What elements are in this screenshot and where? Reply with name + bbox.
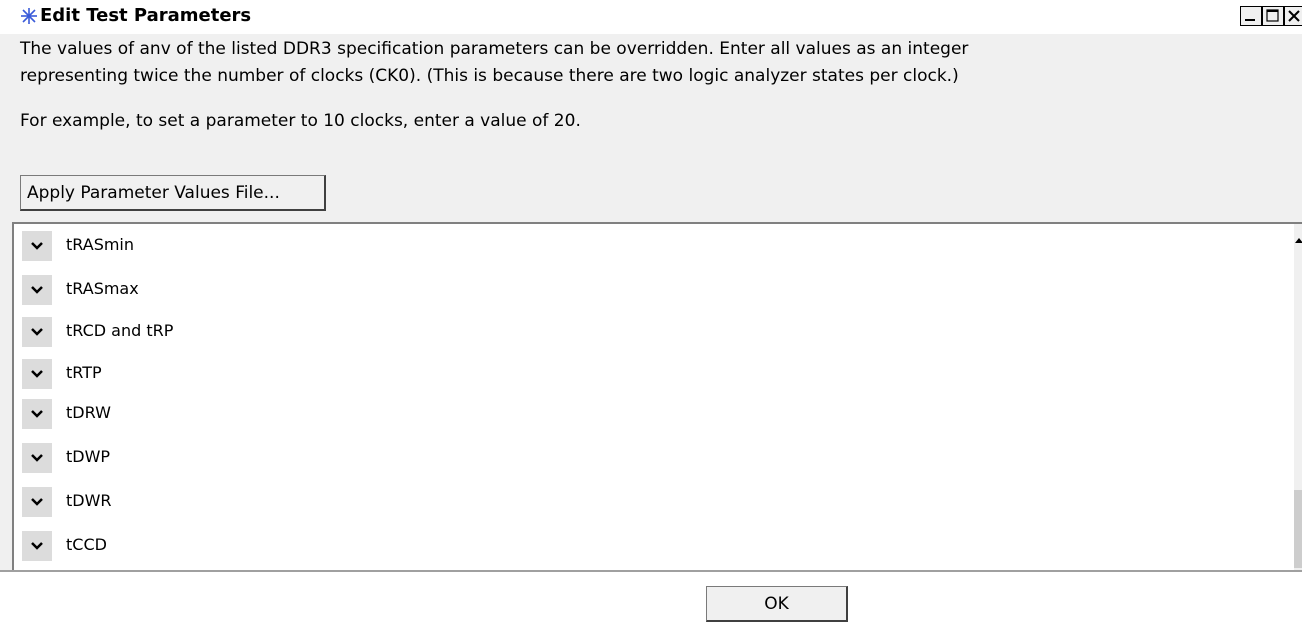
- app-icon: [21, 8, 37, 24]
- scrollbar-thumb[interactable]: [1294, 490, 1302, 568]
- apply-parameter-values-file-button[interactable]: Apply Parameter Values File...: [20, 175, 326, 211]
- chevron-down-icon: [31, 328, 43, 336]
- maximize-icon: [1266, 9, 1279, 22]
- vertical-scrollbar[interactable]: [1294, 224, 1302, 570]
- close-icon: [1288, 10, 1300, 22]
- footer: [0, 572, 1302, 626]
- minimize-button[interactable]: [1240, 6, 1262, 26]
- parameter-label: tRASmax: [66, 279, 139, 298]
- expand-button[interactable]: [22, 487, 52, 517]
- expand-button[interactable]: [22, 531, 52, 561]
- parameter-label: tRTP: [66, 363, 102, 382]
- ok-button[interactable]: OK: [706, 586, 848, 622]
- scroll-up-arrow-icon[interactable]: [1294, 230, 1302, 250]
- parameter-label: tDWP: [66, 447, 111, 466]
- parameter-label: tDWR: [66, 491, 112, 510]
- expand-button[interactable]: [22, 359, 52, 389]
- chevron-down-icon: [31, 410, 43, 418]
- parameter-label: tRCD and tRP: [66, 321, 174, 340]
- expand-button[interactable]: [22, 443, 52, 473]
- chevron-down-icon: [31, 242, 43, 250]
- expand-button[interactable]: [22, 399, 52, 429]
- maximize-button[interactable]: [1262, 6, 1284, 26]
- chevron-down-icon: [31, 542, 43, 550]
- expand-button[interactable]: [22, 231, 52, 261]
- expand-button[interactable]: [22, 275, 52, 305]
- example-text: For example, to set a parameter to 10 cl…: [20, 111, 581, 131]
- description-line-2: representing twice the number of clocks …: [20, 66, 959, 86]
- chevron-down-icon: [31, 370, 43, 378]
- parameter-label: tDRW: [66, 403, 111, 422]
- description-line-1: The values of anv of the listed DDR3 spe…: [20, 39, 969, 59]
- parameter-label: tRASmin: [66, 235, 135, 254]
- chevron-down-icon: [31, 286, 43, 294]
- parameter-label: tCCD: [66, 535, 107, 554]
- chevron-down-icon: [31, 454, 43, 462]
- close-button[interactable]: [1284, 6, 1302, 26]
- parameter-list[interactable]: tRASmin tRASmax tRCD and tRP tRTP tDRW t…: [12, 222, 1302, 570]
- title-bar: Edit Test Parameters: [0, 0, 1302, 34]
- minimize-icon: [1245, 19, 1255, 21]
- expand-button[interactable]: [22, 317, 52, 347]
- window-title: Edit Test Parameters: [40, 5, 252, 26]
- chevron-down-icon: [31, 498, 43, 506]
